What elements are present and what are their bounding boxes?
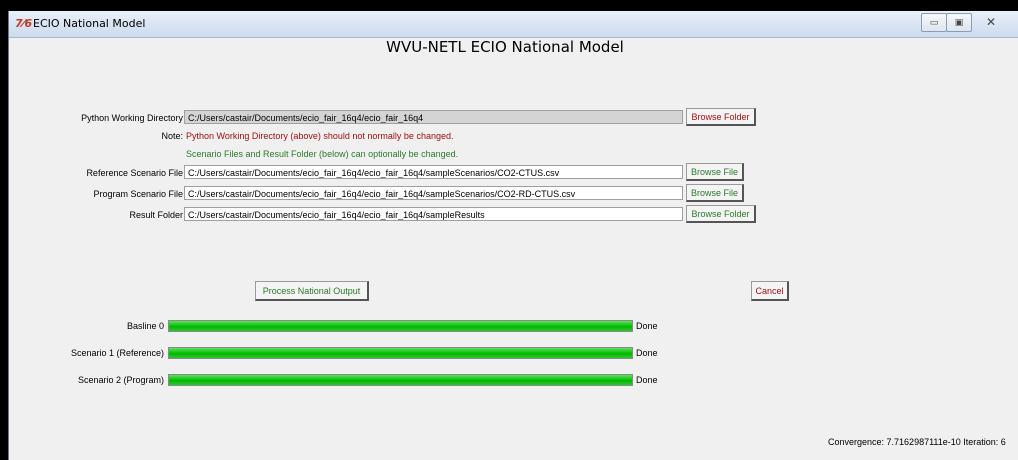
progress-bar-reference — [168, 347, 633, 359]
note-info: Scenario Files and Result Folder (below)… — [186, 149, 459, 159]
progress-label-baseline: Basline 0 — [126, 321, 164, 331]
browse-reference-file-button[interactable]: Browse File — [686, 163, 744, 181]
python-dir-field[interactable]: C:/Users/castair/Documents/ecio_fair_16q… — [184, 110, 683, 124]
title-bar[interactable]: 7⁄6 ECIO National Model ▭ ▣ ✕ — [9, 11, 1018, 38]
close-button[interactable]: ✕ — [971, 13, 1011, 30]
program-file-label: Program Scenario File — [93, 189, 183, 199]
progress-status-reference: Done — [636, 348, 658, 358]
app-window: 7⁄6 ECIO National Model ▭ ▣ ✕ — [8, 11, 1018, 460]
progress-status-baseline: Done — [636, 321, 658, 331]
program-file-field[interactable]: C:/Users/castair/Documents/ecio_fair_16q… — [184, 186, 683, 200]
note-warning: Python Working Directory (above) should … — [186, 131, 454, 141]
progress-label-reference: Scenario 1 (Reference) — [70, 348, 164, 358]
progress-bar-baseline — [168, 320, 633, 332]
note-label: Note: — [161, 131, 183, 141]
browse-program-file-button[interactable]: Browse File — [686, 184, 744, 202]
tk-feather-icon: 7⁄6 — [15, 17, 33, 30]
process-national-output-button[interactable]: Process National Output — [255, 281, 369, 301]
window-title: ECIO National Model — [33, 17, 146, 30]
result-folder-label: Result Folder — [129, 210, 183, 220]
python-dir-label: Python Working Directory — [81, 113, 183, 123]
progress-bar-program — [168, 374, 633, 386]
minimize-button[interactable]: ▭ — [921, 13, 947, 32]
reference-file-label: Reference Scenario File — [86, 168, 183, 178]
window-controls: ▭ ▣ ✕ — [921, 13, 1011, 32]
convergence-status: Convergence: 7.7162987111e-10 Iteration:… — [828, 437, 1006, 447]
cancel-button[interactable]: Cancel — [751, 281, 789, 301]
maximize-button[interactable]: ▣ — [946, 13, 972, 32]
progress-status-program: Done — [636, 375, 658, 385]
result-folder-field[interactable]: C:/Users/castair/Documents/ecio_fair_16q… — [184, 207, 683, 221]
page-title: WVU-NETL ECIO National Model — [386, 38, 624, 56]
browse-python-folder-button[interactable]: Browse Folder — [686, 108, 756, 126]
browse-result-folder-button[interactable]: Browse Folder — [686, 205, 756, 223]
reference-file-field[interactable]: C:/Users/castair/Documents/ecio_fair_16q… — [184, 165, 683, 179]
progress-label-program: Scenario 2 (Program) — [77, 375, 164, 385]
